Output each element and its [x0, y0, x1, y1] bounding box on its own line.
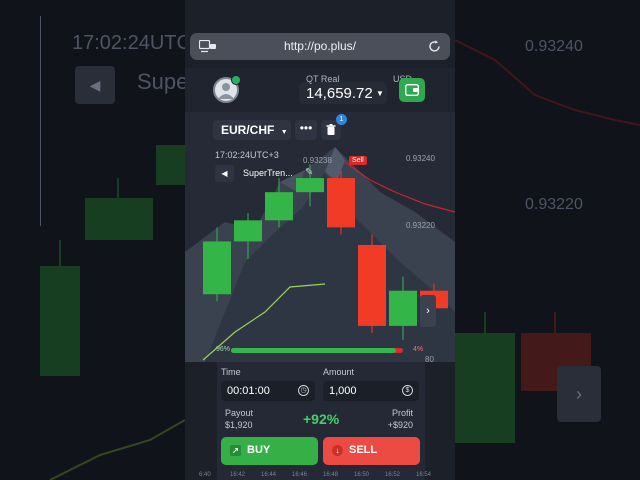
time-axis-tick: 6:40: [199, 472, 211, 478]
avatar-badge: [231, 75, 241, 85]
avatar[interactable]: [213, 75, 241, 103]
candle-body[interactable]: [203, 241, 231, 295]
more-options-button[interactable]: •••: [295, 120, 317, 140]
backdrop-divider: [40, 16, 44, 226]
backdrop-right: 0.93240 0.93220 ›: [455, 0, 640, 480]
account-header: QT Real USD 14,659.72 ▼: [185, 68, 455, 112]
candle-body[interactable]: [296, 178, 324, 193]
reload-icon[interactable]: [427, 39, 442, 54]
sentiment-track: [231, 348, 403, 353]
time-axis-tick: 16:52: [385, 472, 401, 478]
pencil-icon[interactable]: ✎: [305, 167, 313, 178]
backdrop-left: 17:02:24UTC ◀ Super: [0, 0, 185, 480]
payout-percent: +92%: [303, 411, 340, 427]
arrow-down-icon: ↓: [332, 445, 343, 456]
sentiment-bar: 96% 4%: [185, 345, 455, 357]
payout-amount: $1,920: [225, 420, 253, 430]
price-label-top: 0.93240: [406, 154, 435, 163]
time-label: Time: [221, 367, 241, 377]
address-bar[interactable]: http://po.plus/: [190, 33, 450, 60]
chart-area[interactable]: EUR/CHF ▼ ••• 1 17:02:24UTC+3 ◀ SuperTre…: [185, 112, 455, 362]
buy-label: BUY: [247, 444, 271, 456]
wallet-icon: [405, 84, 419, 96]
sell-button[interactable]: ↓ SELL: [323, 437, 420, 465]
time-value: 00:01:00: [227, 385, 270, 397]
candle-body[interactable]: [234, 220, 262, 242]
wallet-button[interactable]: [399, 78, 425, 102]
collapse-indicators-button[interactable]: ◀: [215, 165, 234, 182]
clock-icon[interactable]: ◷: [298, 385, 309, 396]
time-axis-tick: 16:50: [354, 472, 370, 478]
amount-value: 1,000: [329, 385, 357, 397]
candle-body[interactable]: [389, 290, 417, 326]
sell-sentiment: 4%: [413, 346, 424, 353]
dollar-icon[interactable]: $: [402, 385, 413, 396]
time-axis-tick: 16:54: [416, 472, 432, 478]
scroll-right-button[interactable]: ›: [420, 295, 436, 327]
trash-count-badge: 1: [336, 114, 347, 125]
candle-body[interactable]: [265, 192, 293, 221]
backdrop-price-1: 0.93240: [525, 38, 583, 55]
account-type: QT Real: [306, 74, 340, 84]
time-axis-tick: 16:44: [261, 472, 277, 478]
caret-down-icon: ▼: [280, 129, 288, 136]
payout-label: Payout: [225, 408, 254, 418]
profit-amount: +$920: [387, 420, 413, 430]
time-axis: 6:40 16:42 16:44 16:46 16:48 16:50 16:52 16:54: [185, 472, 455, 480]
buy-button[interactable]: ↗ BUY: [221, 437, 318, 465]
sentiment-fill: [231, 348, 397, 353]
amount-input[interactable]: 1,000 $: [323, 381, 419, 401]
time-axis-tick: 16:46: [292, 472, 308, 478]
amount-label: Amount: [323, 367, 355, 377]
price-label-mid: 0.93220: [406, 221, 435, 230]
indicator-name[interactable]: SuperTren...: [243, 168, 293, 178]
caret-down-icon[interactable]: ▼: [376, 89, 384, 98]
time-axis-tick: 16:48: [323, 472, 339, 478]
arrow-up-icon: ↗: [230, 445, 241, 456]
backdrop-back-icon: ◀: [75, 66, 115, 104]
time-axis-tick: 16:42: [230, 472, 246, 478]
backdrop-indicator: Super: [137, 69, 185, 94]
sell-marker: Sell: [349, 156, 367, 165]
account-balance[interactable]: 14,659.72: [306, 85, 373, 102]
price-label-current: 0.93238: [303, 156, 332, 165]
trade-panel: Time 00:01:00 ◷ Amount 1,000 $ Payout $1…: [217, 362, 425, 480]
backdrop-price-2: 0.93220: [525, 196, 583, 213]
trash-button[interactable]: 1: [321, 114, 347, 140]
candle-body[interactable]: [358, 244, 386, 326]
phone-screen: http://po.plus/ QT Real USD 14,659.72 ▼: [185, 0, 455, 480]
buy-sentiment: 96%: [216, 346, 231, 353]
profit-label: Profit: [391, 408, 413, 418]
candle-body[interactable]: [327, 178, 355, 228]
time-input[interactable]: 00:01:00 ◷: [221, 381, 315, 401]
backdrop-next-icon: ›: [557, 366, 601, 422]
supertrend-down-line: [344, 161, 455, 213]
pair-name: EUR/CHF: [221, 123, 275, 137]
server-clock: 17:02:24UTC+3: [215, 150, 279, 160]
pair-selector[interactable]: EUR/CHF ▼: [213, 120, 291, 140]
sell-label: SELL: [349, 444, 378, 456]
backdrop-clock: 17:02:24UTC: [72, 32, 185, 54]
backdrop-dim-right: [455, 0, 640, 480]
url-text[interactable]: http://po.plus/: [190, 39, 450, 53]
